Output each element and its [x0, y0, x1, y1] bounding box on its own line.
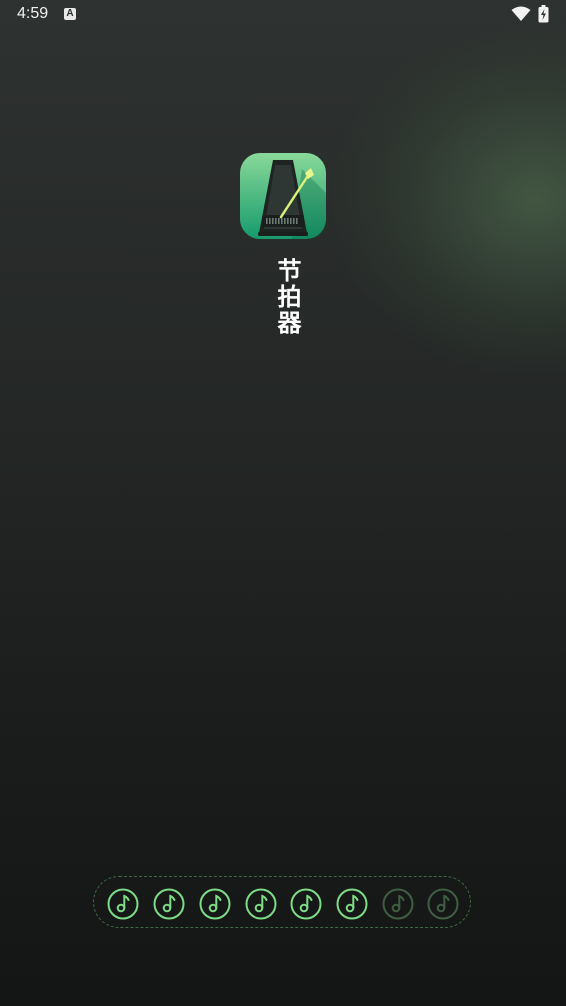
a-letter-icon: A	[64, 8, 76, 20]
music-note-icon[interactable]	[199, 888, 231, 920]
music-note-icon[interactable]	[382, 888, 414, 920]
app-name: 节拍器	[273, 258, 301, 336]
battery-charging-icon	[538, 5, 549, 23]
metronome-icon[interactable]	[240, 153, 326, 239]
wifi-icon	[511, 6, 531, 21]
music-note-icon[interactable]	[290, 888, 322, 920]
music-note-icon[interactable]	[245, 888, 277, 920]
status-time: 4:59	[17, 5, 49, 22]
splash-screen: 4:59 A 节拍器	[0, 0, 566, 1006]
music-note-icon[interactable]	[153, 888, 185, 920]
background-glow	[326, 20, 566, 380]
status-bar: 4:59 A	[0, 0, 566, 30]
music-note-icon[interactable]	[107, 888, 139, 920]
beat-indicator-bar	[93, 876, 471, 928]
music-note-icon[interactable]	[427, 888, 459, 920]
music-note-icon[interactable]	[336, 888, 368, 920]
